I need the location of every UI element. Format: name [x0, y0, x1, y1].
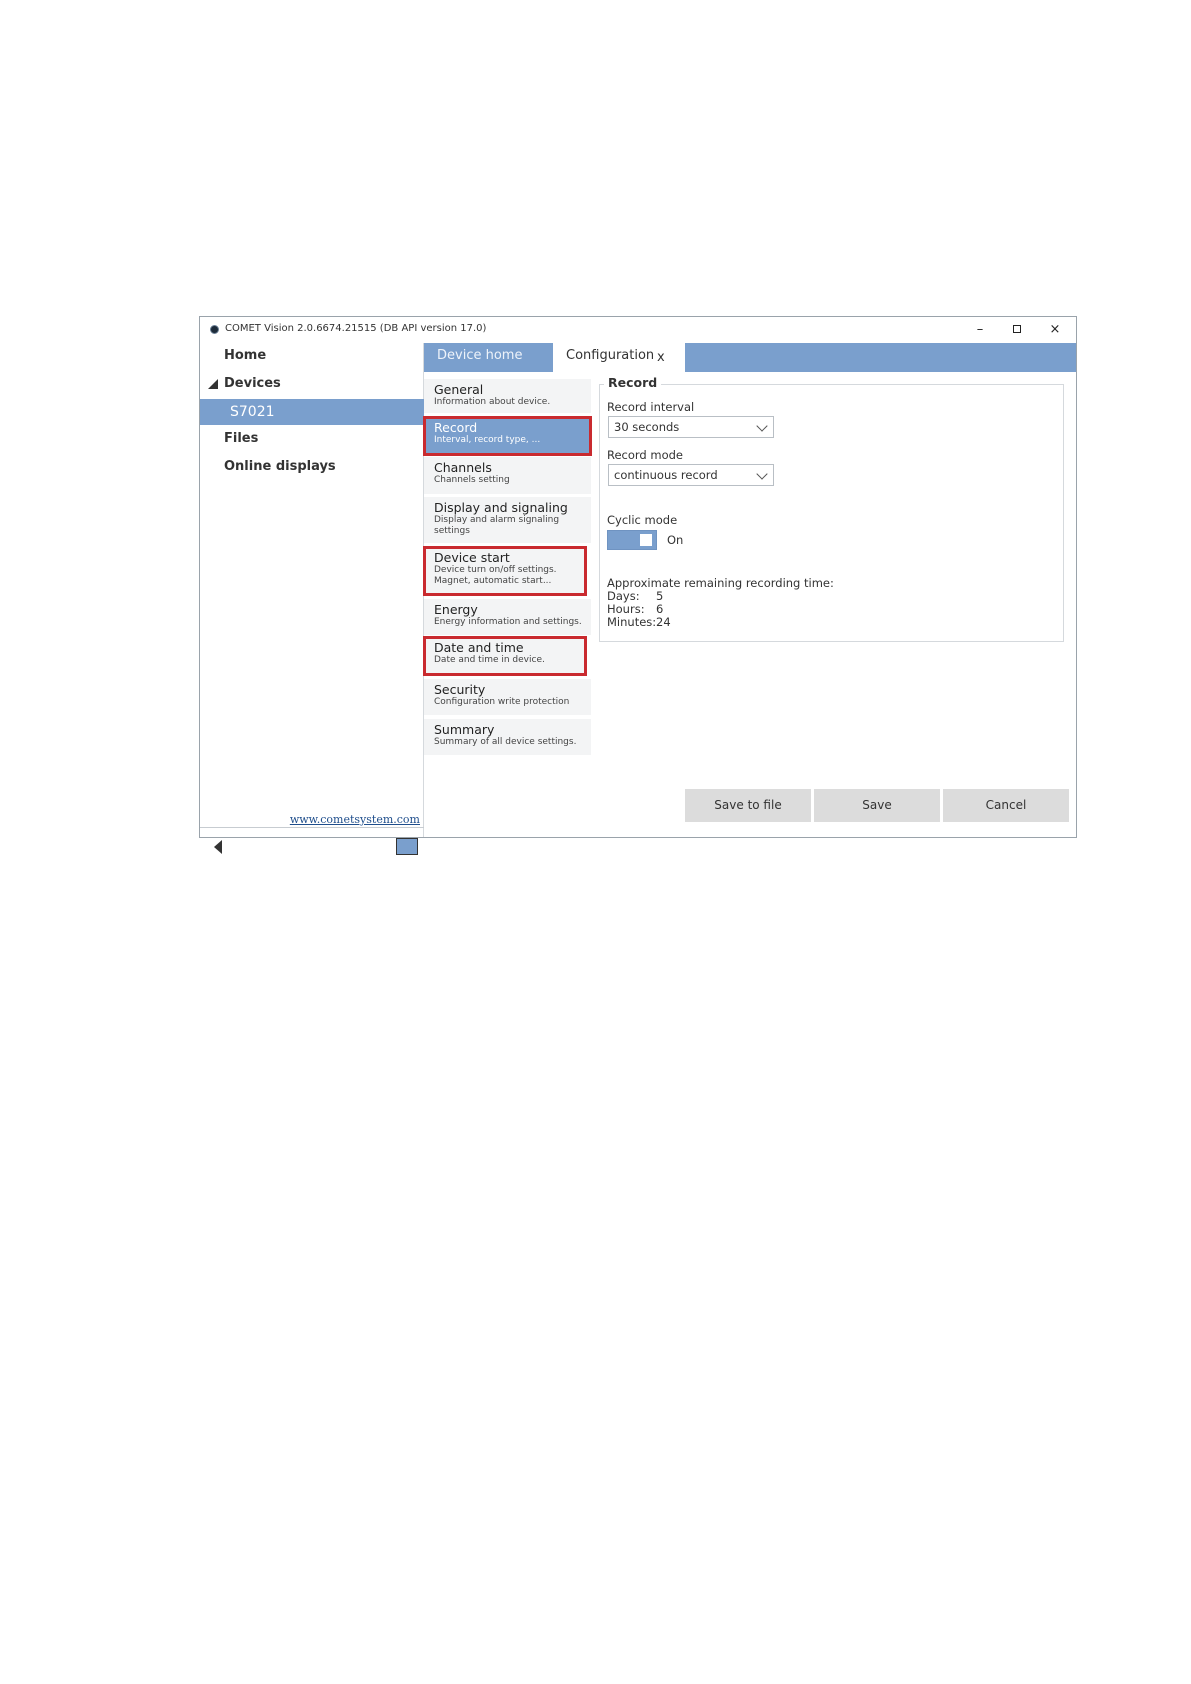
sidebar-item-device-s7021[interactable]: S7021: [200, 399, 424, 425]
tab-configuration[interactable]: Configuration x: [553, 343, 685, 372]
menu-item-date-and-time[interactable]: Date and time Date and time in device.: [423, 636, 587, 676]
menu-item-title: Device start: [434, 550, 510, 565]
tab-label: Configuration: [566, 348, 655, 363]
days-value: 5: [656, 589, 664, 603]
menu-item-title: Record: [434, 420, 478, 435]
menu-item-subtitle: Date and time in device.: [434, 655, 545, 665]
sidebar-item-label: Files: [224, 431, 259, 446]
remaining-time-label: Approximate remaining recording time:: [607, 576, 834, 590]
days-label: Days:: [607, 589, 640, 603]
hours-value: 6: [656, 602, 664, 616]
sidebar-item-label: Home: [224, 348, 267, 363]
panel-toggle-icon[interactable]: [396, 838, 418, 855]
menu-item-subtitle: Display and alarm signaling: [434, 515, 560, 525]
menu-item-subtitle: Energy information and settings.: [434, 617, 582, 627]
menu-item-subtitle: Information about device.: [434, 397, 551, 407]
menu-item-title: General: [434, 382, 484, 397]
close-window-button[interactable]: ×: [1040, 320, 1070, 340]
app-logo-icon: [210, 325, 219, 334]
menu-item-subtitle: Channels setting: [434, 475, 510, 485]
menu-item-general[interactable]: General Information about device.: [424, 379, 591, 413]
menu-item-subtitle-line2: settings: [434, 526, 470, 536]
cancel-button[interactable]: Cancel: [943, 789, 1069, 822]
sidebar-item-files[interactable]: Files: [200, 426, 424, 452]
menu-item-title: Date and time: [434, 640, 524, 655]
sidebar-item-label: Devices: [224, 376, 281, 391]
chevron-down-icon: [756, 468, 768, 480]
window-title: COMET Vision 2.0.6674.21515 (DB API vers…: [225, 323, 487, 334]
menu-item-subtitle: Interval, record type, ...: [434, 435, 541, 445]
menu-item-security[interactable]: Security Configuration write protection: [424, 679, 591, 715]
menu-item-title: Display and signaling: [434, 500, 568, 515]
menu-item-energy[interactable]: Energy Energy information and settings.: [424, 599, 591, 635]
record-mode-select[interactable]: continuous record: [608, 464, 774, 486]
menu-item-channels[interactable]: Channels Channels setting: [424, 457, 591, 494]
menu-item-title: Channels: [434, 460, 492, 475]
record-interval-label: Record interval: [607, 400, 695, 414]
save-to-file-button[interactable]: Save to file: [685, 789, 811, 822]
cyclic-mode-label: Cyclic mode: [607, 513, 678, 527]
record-mode-label: Record mode: [607, 448, 684, 462]
cyclic-mode-state: On: [667, 533, 684, 547]
minimize-button[interactable]: –: [965, 320, 995, 340]
tab-close-button[interactable]: x: [657, 345, 665, 371]
menu-item-subtitle: Summary of all device settings.: [434, 737, 577, 747]
sidebar: Home Devices S7021 Files Online displays…: [200, 343, 424, 855]
menu-item-subtitle-line2: Magnet, automatic start...: [434, 576, 552, 586]
menu-item-title: Energy: [434, 602, 478, 617]
minutes-value: 24: [656, 615, 671, 629]
menu-item-title: Security: [434, 682, 486, 697]
tab-bar: Device home Configuration x: [424, 343, 1076, 372]
record-mode-value: continuous record: [614, 468, 718, 482]
menu-item-device-start[interactable]: Device start Device turn on/off settings…: [423, 546, 587, 596]
sidebar-item-label: Online displays: [224, 459, 336, 474]
menu-item-display-and-signaling[interactable]: Display and signaling Display and alarm …: [424, 497, 591, 543]
title-bar: COMET Vision 2.0.6674.21515 (DB API vers…: [200, 317, 1076, 343]
maximize-icon: [1013, 325, 1021, 333]
record-interval-select[interactable]: 30 seconds: [608, 416, 774, 438]
menu-item-subtitle: Configuration write protection: [434, 697, 570, 707]
menu-item-subtitle: Device turn on/off settings.: [434, 565, 557, 575]
menu-item-title: Summary: [434, 722, 495, 737]
sidebar-item-label: S7021: [230, 404, 275, 420]
cyclic-mode-toggle[interactable]: [607, 530, 657, 550]
hours-label: Hours:: [607, 602, 645, 616]
menu-item-record[interactable]: Record Interval, record type, ...: [423, 416, 592, 456]
save-button[interactable]: Save: [814, 789, 940, 822]
record-settings-group: Record Record interval 30 seconds Record…: [599, 375, 1064, 642]
app-window: COMET Vision 2.0.6674.21515 (DB API vers…: [199, 316, 1077, 855]
sidebar-item-home[interactable]: Home: [200, 343, 424, 369]
group-title: Record: [604, 375, 662, 390]
website-link[interactable]: www.cometsystem.com: [290, 813, 420, 826]
sidebar-footer: [200, 827, 424, 863]
collapse-arrow-icon[interactable]: [214, 840, 222, 854]
chevron-down-icon: [756, 420, 768, 432]
maximize-button[interactable]: [1002, 320, 1032, 340]
expand-triangle-icon[interactable]: [208, 379, 218, 389]
sidebar-item-devices[interactable]: Devices: [200, 371, 424, 397]
toggle-knob: [640, 534, 652, 546]
menu-item-summary[interactable]: Summary Summary of all device settings.: [424, 719, 591, 755]
minutes-label: Minutes:: [607, 615, 657, 629]
sidebar-item-online-displays[interactable]: Online displays: [200, 454, 424, 480]
record-interval-value: 30 seconds: [614, 420, 680, 434]
tab-device-home[interactable]: Device home: [424, 343, 552, 372]
